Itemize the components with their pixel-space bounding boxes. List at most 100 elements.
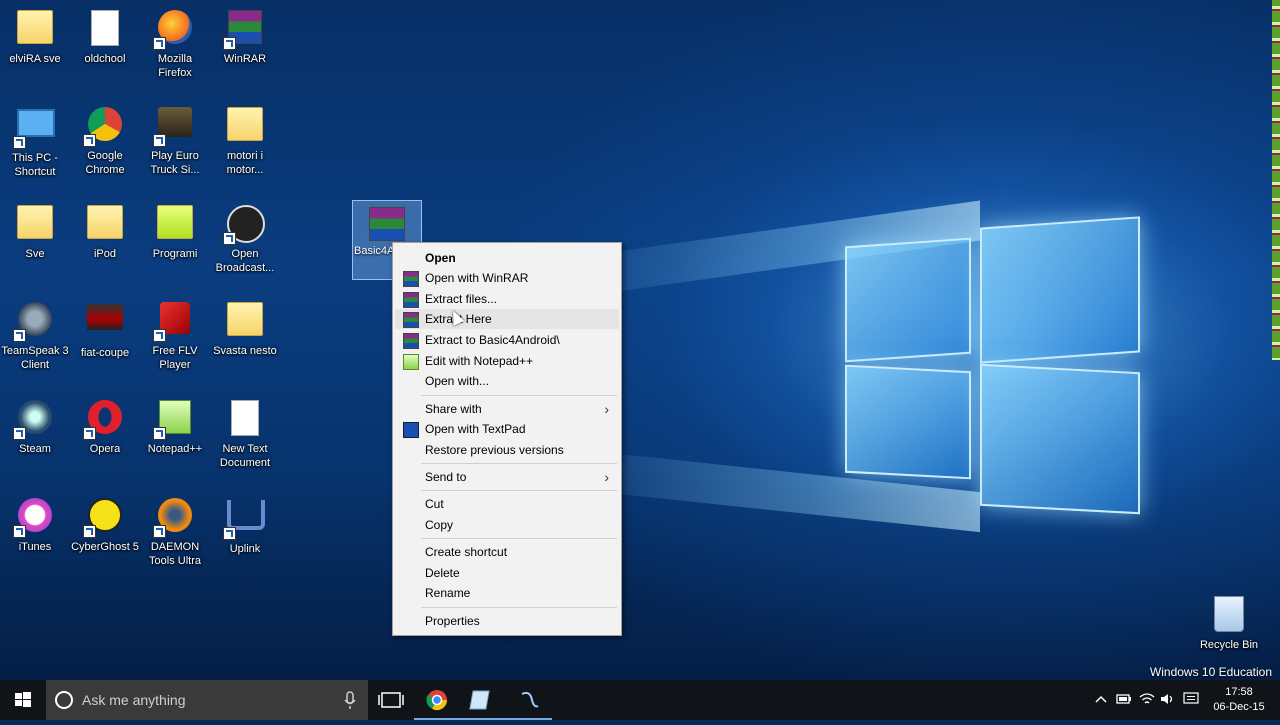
desktop-icon-uplink[interactable]: Uplink <box>210 496 280 556</box>
menu-item-label: Open with... <box>425 374 490 388</box>
context-menu: Open Open with WinRAR Extract files... E… <box>392 242 622 636</box>
shortcut-arrow-icon <box>153 427 166 440</box>
menu-item-extract-files[interactable]: Extract files... <box>395 289 619 309</box>
icon-label: Google Chrome <box>85 150 125 176</box>
menu-separator <box>421 607 617 608</box>
microphone-icon[interactable] <box>342 680 358 720</box>
notification-icon <box>1183 692 1199 704</box>
icon-label: Opera <box>89 443 121 455</box>
chevron-right-icon: › <box>604 469 609 485</box>
menu-item-label: Send to <box>425 470 467 484</box>
start-button[interactable] <box>0 680 46 720</box>
wallpaper-pane <box>845 364 971 480</box>
desktop-icon-svasta-nesto[interactable]: Svasta nesto <box>210 300 280 358</box>
menu-item-open-with[interactable]: Open with... <box>395 371 619 391</box>
menu-item-label: Extract to Basic4Android\ <box>425 333 560 347</box>
menu-separator <box>421 463 617 464</box>
desktop-icon-oldchool[interactable]: oldchool <box>70 8 140 66</box>
desktop-icon-recycle-bin[interactable]: Recycle Bin <box>1194 594 1264 652</box>
folder-icon <box>17 10 53 44</box>
menu-item-extract-here[interactable]: Extract Here <box>395 309 619 329</box>
menu-item-extract-to[interactable]: Extract to Basic4Android\ <box>395 330 619 350</box>
desktop-icon-teamspeak[interactable]: TeamSpeak 3 Client <box>0 300 70 372</box>
notepad-icon <box>469 690 490 710</box>
icon-label: Programi <box>152 248 198 260</box>
menu-item-edit-notepadpp[interactable]: Edit with Notepad++ <box>395 351 619 371</box>
menu-item-send-to[interactable]: Send to › <box>395 467 619 487</box>
menu-item-rename[interactable]: Rename <box>395 583 619 603</box>
taskbar-app-button[interactable] <box>506 680 552 720</box>
speaker-icon <box>1161 694 1173 704</box>
desktop-icon-sve[interactable]: Sve <box>0 203 70 261</box>
taskbar-chrome-button[interactable] <box>414 680 460 720</box>
desktop-icon-obs[interactable]: Open Broadcast... <box>210 203 280 275</box>
battery-tray-button[interactable] <box>1116 692 1132 709</box>
desktop-icon-cyberghost[interactable]: CyberGhost 5 <box>70 496 140 554</box>
icon-label: CyberGhost 5 <box>71 541 139 553</box>
icon-label: Mozilla Firefox <box>157 53 193 79</box>
taskbar: Ask me anything 17:58 06-Dec-15 <box>0 680 1280 720</box>
folder-icon <box>157 205 193 239</box>
clock[interactable]: 17:58 06-Dec-15 <box>1206 685 1272 715</box>
search-box[interactable]: Ask me anything <box>46 680 368 720</box>
task-view-icon <box>378 692 404 708</box>
menu-item-cut[interactable]: Cut <box>395 494 619 514</box>
icon-label: New Text Document <box>219 443 271 469</box>
desktop-icon-itunes[interactable]: iTunes <box>0 496 70 554</box>
computer-icon <box>17 109 55 137</box>
shortcut-arrow-icon <box>83 134 96 147</box>
desktop-icon-winrar[interactable]: WinRAR <box>210 8 280 66</box>
desktop-icon-ipod[interactable]: iPod <box>70 203 140 261</box>
desktop-icon-opera[interactable]: Opera <box>70 398 140 456</box>
wallpaper-pane <box>980 363 1140 515</box>
menu-item-copy[interactable]: Copy <box>395 515 619 535</box>
menu-item-open-with-winrar[interactable]: Open with WinRAR <box>395 268 619 288</box>
desktop-icon-fiat-coupe[interactable]: fiat-coupe <box>70 300 140 360</box>
desktop-icon-steam[interactable]: Steam <box>0 398 70 456</box>
volume-tray-button[interactable] <box>1160 692 1176 709</box>
image-thumbnail-icon <box>87 304 123 330</box>
menu-item-create-shortcut[interactable]: Create shortcut <box>395 542 619 562</box>
task-view-button[interactable] <box>368 680 414 720</box>
clock-time: 17:58 <box>1225 686 1253 698</box>
battery-icon <box>1116 694 1131 704</box>
menu-item-delete[interactable]: Delete <box>395 563 619 583</box>
icon-label: Free FLV Player <box>152 345 198 371</box>
desktop-icon-new-text-document[interactable]: New Text Document <box>210 398 280 470</box>
menu-item-restore-previous-versions[interactable]: Restore previous versions <box>395 440 619 460</box>
desktop-icon-daemon-tools[interactable]: DAEMON Tools Ultra <box>140 496 210 568</box>
icon-label: WinRAR <box>223 53 267 65</box>
taskbar-notepad-button[interactable] <box>460 680 506 720</box>
menu-item-open[interactable]: Open <box>395 248 619 268</box>
desktop-icon-firefox[interactable]: Mozilla Firefox <box>140 8 210 80</box>
folder-icon <box>87 205 123 239</box>
icon-label: Svasta nesto <box>213 345 277 357</box>
icon-label: iPod <box>93 248 117 260</box>
screen-artifact-stripe <box>1272 0 1280 360</box>
shortcut-arrow-icon <box>13 136 26 149</box>
desktop-icon-this-pc[interactable]: This PC - Shortcut <box>0 105 70 179</box>
action-center-button[interactable] <box>1183 692 1199 709</box>
winrar-icon <box>403 333 419 349</box>
show-hidden-icons-button[interactable] <box>1094 692 1108 709</box>
desktop-icon-euro-truck[interactable]: Play Euro Truck Si... <box>140 105 210 177</box>
uplink-icon <box>227 500 265 530</box>
desktop-icon-programi[interactable]: Programi <box>140 203 210 261</box>
menu-item-share-with[interactable]: Share with › <box>395 399 619 419</box>
notepadpp-icon <box>403 354 419 370</box>
desktop-icon-motori[interactable]: motori i motor... <box>210 105 280 177</box>
menu-item-properties[interactable]: Properties <box>395 611 619 631</box>
textpad-icon <box>403 422 419 438</box>
icon-label: Play Euro Truck Si... <box>150 150 200 176</box>
desktop-icon-notepadpp[interactable]: Notepad++ <box>140 398 210 456</box>
desktop-icon-elvira-sve[interactable]: elviRA sve <box>0 8 70 66</box>
desktop-icon-chrome[interactable]: Google Chrome <box>70 105 140 177</box>
shortcut-arrow-icon <box>83 427 96 440</box>
icon-label: motori i motor... <box>226 150 264 176</box>
desktop-icon-free-flv[interactable]: Free FLV Player <box>140 300 210 372</box>
menu-item-label: Open with TextPad <box>425 422 526 436</box>
shortcut-arrow-icon <box>153 525 166 538</box>
icon-label: Steam <box>19 443 51 455</box>
menu-item-open-with-textpad[interactable]: Open with TextPad <box>395 419 619 439</box>
network-tray-button[interactable] <box>1139 692 1155 709</box>
